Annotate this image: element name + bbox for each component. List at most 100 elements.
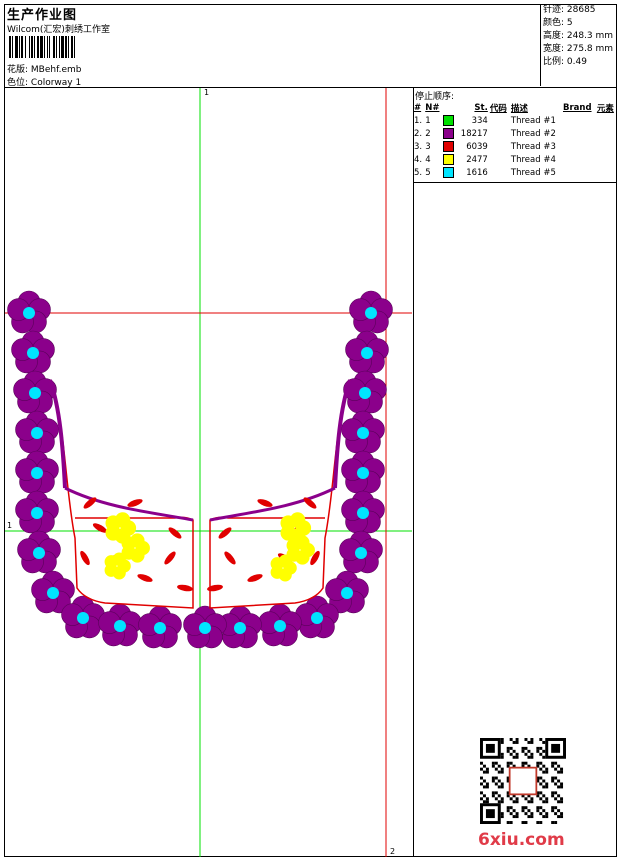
stat-scale: 比例: 0.49 [543,57,587,67]
seal-stamp [508,766,538,796]
purple-flower [339,530,383,574]
color-swatch [443,128,455,139]
purple-flower [13,370,57,414]
color-swatch [443,141,455,152]
purple-flower [11,330,55,374]
design-label: 花版: [7,65,29,75]
red-leaf [224,551,236,565]
red-leaf [218,527,232,539]
axis-marker-top: 1 [204,88,210,97]
red-leaf [177,584,193,592]
thread-brand [562,166,596,179]
thread-description: Thread #5 [510,167,556,178]
stat-width: 宽度: 275.8 mm [543,44,614,54]
red-leaf [127,499,143,507]
watermark-site: 6xiu.com [478,830,565,850]
purple-flower [343,370,387,414]
thread-table-bottom [413,182,617,183]
right-inner-scallop [209,486,336,522]
qr-code [480,738,566,824]
col-code: 代码 [489,103,507,114]
sheet-subtitle: Wilcom(汇宏)刺绣工作室 [7,25,110,35]
thread-code [489,114,510,127]
thread-row: 4. 4 2477 Thread #4 [413,153,617,166]
thread-needle: 2 [425,128,431,139]
design-stats: 针迹: 28685 颜色: 5 高度: 248.3 mm 宽度: 275.8 m… [540,4,618,86]
thread-brand [562,114,596,127]
thread-brand [562,153,596,166]
thread-row: 2. 2 18217 Thread #2 [413,127,617,140]
red-leaf [164,551,176,565]
stat-colors: 颜色: 5 [543,18,573,28]
thread-index: 2. [414,128,423,139]
purple-flower [341,490,385,534]
thread-code [489,153,510,166]
thread-index: 5. [414,167,423,178]
thread-description: Thread #1 [510,115,556,126]
thread-table: # N# St. 代码 描述 Brand 元素 1. 1 334 Thread #1 2… [413,101,617,179]
thread-index: 4. [414,154,423,165]
axis-marker-left: 1 [7,521,13,530]
purple-flower [15,490,59,534]
color-swatch [443,154,455,165]
thread-description: Thread #2 [510,128,556,139]
purple-flower [98,603,142,647]
thread-stitches: 334 [471,115,488,126]
thread-needle: 1 [425,115,431,126]
thread-index: 1. [414,115,423,126]
purple-flower [15,450,59,494]
thread-swatch [442,127,456,140]
thread-brand [562,140,596,153]
color-swatch [443,167,455,178]
stat-stitches: 针迹: 28685 [543,5,596,15]
red-leaf [80,550,90,566]
purple-flower [345,330,389,374]
col-stitches: St. [474,102,488,113]
thread-table-header: # N# St. 代码 描述 Brand 元素 [413,101,617,114]
thread-index: 3. [414,141,423,152]
purple-flower [341,410,385,454]
axis-marker-bottom: 2 [390,847,396,856]
purple-flower [7,290,51,334]
thread-code [489,140,510,153]
thread-stitches: 18217 [460,128,488,139]
yellow-flower [121,533,150,563]
col-brand: Brand [562,102,592,113]
panel-divider [413,87,414,857]
thread-needle: 4 [425,154,431,165]
thread-swatch [442,153,456,166]
color-swatch [443,115,455,126]
barcode [9,36,75,58]
thread-row: 3. 3 6039 Thread #3 [413,140,617,153]
thread-code [489,166,510,179]
thread-description: Thread #3 [510,141,556,152]
thread-description: Thread #4 [510,154,556,165]
thread-stitches: 1616 [466,167,488,178]
purple-flower [258,603,302,647]
thread-row: 5. 5 1616 Thread #5 [413,166,617,179]
red-leaf [247,574,263,582]
thread-code [489,127,510,140]
thread-stitches: 2477 [466,154,488,165]
embroidery-design-canvas [5,88,412,857]
purple-flower [183,605,227,649]
thread-element [596,114,617,127]
col-description: 描述 [510,103,528,114]
thread-element [596,166,617,179]
purple-flower [138,605,182,649]
sheet-title: 生产作业图 [7,8,78,23]
purple-flower [17,530,61,574]
thread-needle: 3 [425,141,431,152]
thread-needle: 5 [425,167,431,178]
purple-flower [15,410,59,454]
thread-element [596,153,617,166]
thread-swatch [442,140,456,153]
red-leaf [207,584,223,592]
purple-flower [341,450,385,494]
red-leaf [257,499,273,507]
thread-row: 1. 1 334 Thread #1 [413,114,617,127]
thread-swatch [442,114,456,127]
design-name: MBehf.emb [30,65,82,75]
thread-stitches: 6039 [466,141,488,152]
thread-element [596,140,617,153]
